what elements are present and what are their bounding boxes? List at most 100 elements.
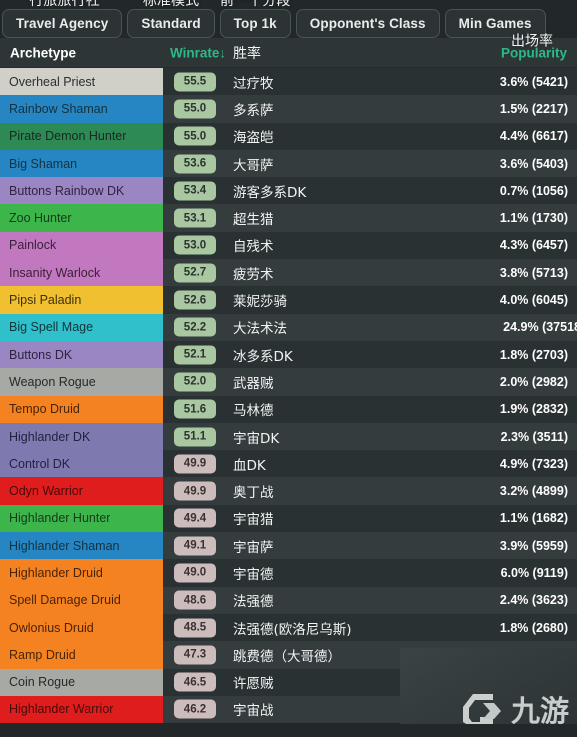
filter-tab-bar: 行旅旅行社 Travel Agency 标准模式 Standard 前一千分段 … <box>0 0 577 38</box>
archetype-name: Highlander DK <box>9 429 91 444</box>
archetype-class-swatch: Pirate Demon Hunter <box>0 122 163 150</box>
winrate-badge: 52.1 <box>174 345 216 365</box>
column-header-popularity[interactable]: Popularity 出场率 <box>501 33 567 60</box>
table-row[interactable]: Highlander Shaman 49.1 宇宙萨 3.9% (5959) <box>0 532 577 560</box>
archetype-name: Highlander Shaman <box>9 538 120 553</box>
popularity-value: 1.5% (2217) <box>499 101 568 116</box>
table-row[interactable]: Overheal Priest 55.5 过疗牧 3.6% (5421) <box>0 68 577 96</box>
archetype-name-cn: 宇宙萨 <box>233 539 274 556</box>
table-row[interactable]: Rainbow Shaman 55.0 多系萨 1.5% (2217) <box>0 95 577 123</box>
popularity-value: 6.0% (9119) <box>500 565 568 580</box>
archetype-name: Control DK <box>9 456 71 471</box>
archetype-name: Insanity Warlock <box>9 265 101 280</box>
winrate-badge: 46.5 <box>174 672 216 692</box>
tab-standard-cn-label: 标准模式 <box>142 0 200 9</box>
table-row[interactable]: Zoo Hunter 53.1 超生猎 1.1% (1730) <box>0 204 577 232</box>
winrate-badge: 48.5 <box>174 618 216 638</box>
table-row[interactable]: Pirate Demon Hunter 55.0 海盗皑 4.4% (6617) <box>0 122 577 150</box>
archetype-name: Odyn Warrior <box>9 484 83 499</box>
table-row[interactable]: Buttons DK 52.1 冰多系DK 1.8% (2703) <box>0 340 577 369</box>
archetype-name-cn: 疲劳术 <box>233 266 274 283</box>
popularity-value: 4.3% (6457) <box>499 238 568 253</box>
popularity-value: 3.6% (5403) <box>499 156 568 171</box>
archetype-name-cn: 法强德 <box>233 594 274 611</box>
tab-top-1k[interactable]: 前一千分段 Top 1k <box>219 0 291 38</box>
table-row[interactable]: Pipsi Paladin 52.6 莱妮莎骑 4.0% (6045) <box>0 286 577 314</box>
archetype-name-cn: 宇宙德 <box>233 566 274 583</box>
table-row[interactable]: Painlock 53.0 自残术 4.3% (6457) <box>0 231 577 260</box>
archetype-class-swatch: Big Spell Mage <box>0 313 163 341</box>
archetype-table: Overheal Priest 55.5 过疗牧 3.6% (5421) Rainbow… <box>0 68 577 724</box>
archetype-name: Highlander Warrior <box>9 702 114 717</box>
winrate-badge: 55.5 <box>174 72 216 92</box>
table-row[interactable]: Weapon Rogue 52.0 武器贼 2.0% (2982) <box>0 368 577 396</box>
tab-travel-agency[interactable]: 行旅旅行社 Travel Agency <box>2 0 123 38</box>
winrate-badge: 53.0 <box>174 235 216 255</box>
archetype-class-swatch: Weapon Rogue <box>0 368 163 396</box>
popularity-value: 2.3% (3511) <box>500 429 568 444</box>
archetype-class-swatch: Buttons DK <box>0 340 163 369</box>
table-row[interactable]: Spell Damage Druid 48.6 法强德 2.4% (3623) <box>0 586 577 614</box>
winrate-badge: 48.6 <box>174 590 216 610</box>
table-row[interactable]: Ramp Druid 47.3 跳费德（大哥德） <box>0 641 577 669</box>
archetype-name-cn: 游客多系DK <box>233 184 307 201</box>
table-row[interactable]: Owlonius Druid 48.5 法强德(欧洛尼乌斯) 1.8% (2680) <box>0 613 577 642</box>
archetype-name: Zoo Hunter <box>9 211 72 226</box>
archetype-class-swatch: Control DK <box>0 450 163 478</box>
archetype-class-swatch: Odyn Warrior <box>0 477 163 505</box>
table-row[interactable]: Highlander Druid 49.0 宇宙德 6.0% (9119) <box>0 559 577 587</box>
table-row[interactable]: Coin Rogue 46.5 许愿贼 <box>0 668 577 696</box>
archetype-class-swatch: Zoo Hunter <box>0 204 163 232</box>
table-row[interactable]: Insanity Warlock 52.7 疲劳术 3.8% (5713) <box>0 259 577 287</box>
archetype-name-cn: 超生猎 <box>233 212 274 229</box>
archetype-name: Rainbow Shaman <box>9 101 108 116</box>
winrate-badge: 55.0 <box>174 126 216 146</box>
archetype-class-swatch: Owlonius Druid <box>0 613 163 642</box>
tab-min-games-label: Min Games <box>458 16 532 31</box>
popularity-value: 1.8% (2680) <box>499 620 568 635</box>
archetype-name: Pipsi Paladin <box>9 293 82 308</box>
winrate-badge: 52.0 <box>174 372 216 392</box>
archetype-class-swatch: Insanity Warlock <box>0 259 163 287</box>
tab-opponents-class-label: Opponent's Class <box>309 16 426 31</box>
popularity-value: 3.9% (5959) <box>499 538 568 553</box>
archetype-class-swatch: Coin Rogue <box>0 668 163 696</box>
table-row[interactable]: Control DK 49.9 血DK 4.9% (7323) <box>0 450 577 478</box>
popularity-value: 3.6% (5421) <box>499 74 568 89</box>
table-row[interactable]: Odyn Warrior 49.9 奥丁战 3.2% (4899) <box>0 477 577 505</box>
winrate-badge: 49.0 <box>174 563 216 583</box>
table-row[interactable]: Big Shaman 53.6 大哥萨 3.6% (5403) <box>0 149 577 178</box>
archetype-class-swatch: Spell Damage Druid <box>0 586 163 614</box>
column-header-archetype[interactable]: Archetype <box>10 45 76 60</box>
archetype-name-cn: 武器贼 <box>233 375 274 392</box>
table-row[interactable]: Highlander Hunter 49.4 宇宙猎 1.1% (1682) <box>0 504 577 533</box>
winrate-badge: 52.6 <box>174 290 216 310</box>
table-row[interactable]: Highlander DK 51.1 宇宙DK 2.3% (3511) <box>0 422 577 451</box>
archetype-name: Big Spell Mage <box>9 320 94 335</box>
archetype-name-cn: 奥丁战 <box>233 485 274 502</box>
archetype-name-cn: 宇宙DK <box>233 430 280 447</box>
popularity-value: 3.2% (4899) <box>499 484 568 499</box>
table-row[interactable]: Tempo Druid 51.6 马林德 1.9% (2832) <box>0 395 577 423</box>
winrate-badge: 46.2 <box>174 699 216 719</box>
popularity-value: 4.4% (6617) <box>499 129 568 144</box>
archetype-name-cn: 自残术 <box>233 239 274 256</box>
table-row[interactable]: Buttons Rainbow DK 53.4 游客多系DK 0.7% (1056) <box>0 177 577 205</box>
popularity-value: 3.8% (5713) <box>499 265 568 280</box>
tab-opponents-class[interactable]: Opponent's Class <box>295 9 440 38</box>
popularity-value: 1.1% (1682) <box>499 511 568 526</box>
filter-tabs: 行旅旅行社 Travel Agency 标准模式 Standard 前一千分段 … <box>2 0 551 38</box>
winrate-badge: 51.6 <box>174 399 216 419</box>
winrate-badge: 47.3 <box>174 645 216 665</box>
tab-standard[interactable]: 标准模式 Standard <box>127 0 215 38</box>
archetype-name-cn: 大哥萨 <box>233 157 274 174</box>
archetype-name: Ramp Druid <box>9 647 76 662</box>
archetype-name: Weapon Rogue <box>9 374 96 389</box>
archetype-name-cn: 多系萨 <box>233 102 274 119</box>
table-row[interactable]: Big Spell Mage 52.2 大法术法 24.9% (37518 <box>0 313 577 341</box>
winrate-badge: 49.1 <box>174 536 216 556</box>
table-row[interactable]: Highlander Warrior 46.2 宇宙战 <box>0 695 577 724</box>
column-header-winrate[interactable]: Winrate↓ <box>170 45 226 60</box>
archetype-class-swatch: Big Shaman <box>0 149 163 178</box>
archetype-class-swatch: Buttons Rainbow DK <box>0 177 163 205</box>
